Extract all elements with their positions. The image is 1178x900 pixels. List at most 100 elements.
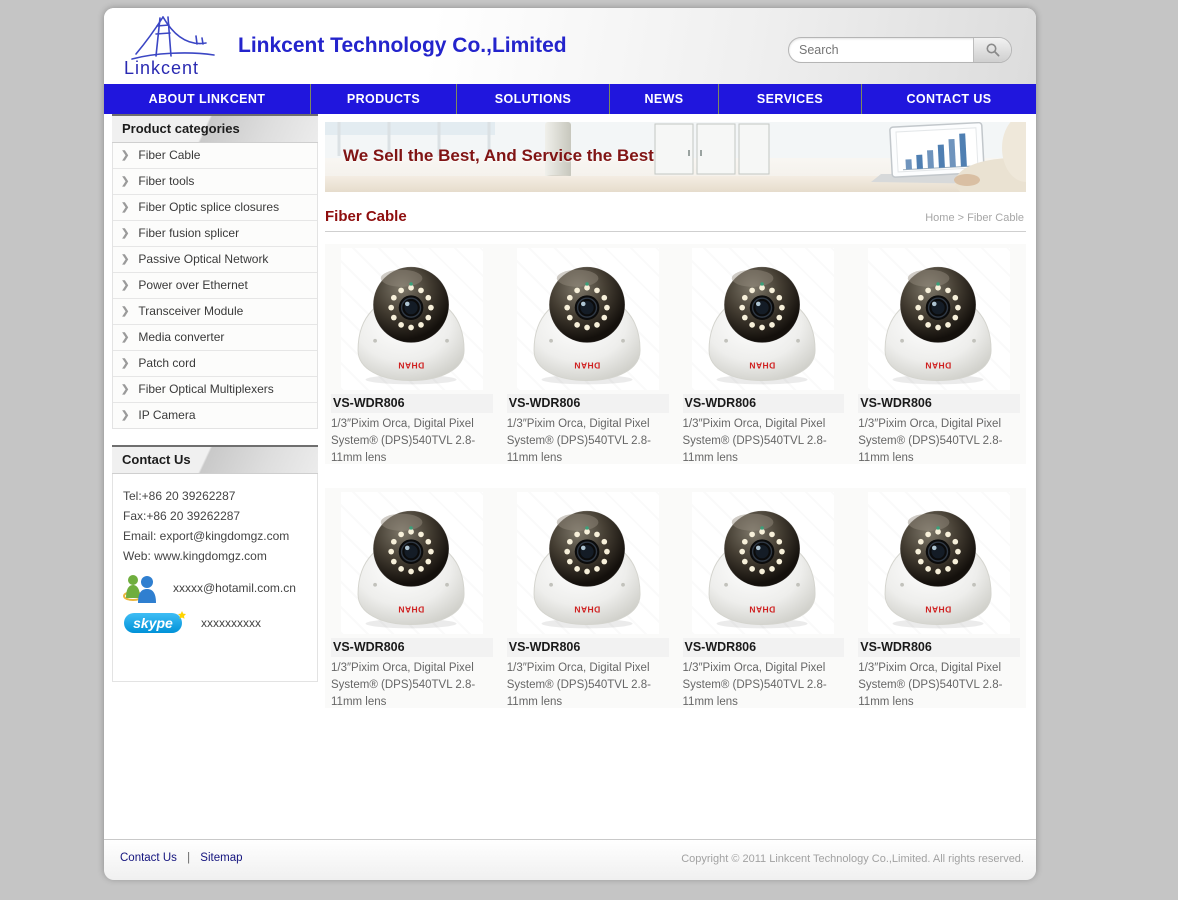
category-label: Passive Optical Network [138,247,268,272]
page-title: Fiber Cable [325,206,1026,228]
sidebar-item-optical-multiplexers[interactable]: ❯ Fiber Optical Multiplexers [113,377,317,403]
skype-icon: skype [123,610,187,636]
chevron-right-icon: ❯ [121,143,129,168]
nav-item-products[interactable]: PRODUCTS [310,84,456,114]
product-description: 1/3″Pixim Orca, Digital Pixel System® (D… [507,416,669,467]
product-image[interactable] [692,492,834,634]
category-label: Fiber tools [138,169,194,194]
product-card: VS-WDR806 1/3″Pixim Orca, Digital Pixel … [858,244,1020,467]
product-name[interactable]: VS-WDR806 [507,638,669,657]
chevron-right-icon: ❯ [121,351,129,376]
search-button[interactable] [973,38,1011,62]
sidebar-item-fiber-cable[interactable]: ❯ Fiber Cable [113,143,317,169]
category-label: Fiber fusion splicer [138,221,239,246]
product-card: VS-WDR806 1/3″Pixim Orca, Digital Pixel … [507,244,669,467]
product-row-1: VS-WDR806 1/3″Pixim Orca, Digital Pixel … [325,244,1026,464]
chevron-right-icon: ❯ [121,273,129,298]
breadcrumb-current: Fiber Cable [967,212,1024,224]
category-label: Transceiver Module [138,299,243,324]
sidebar-item-fiber-tools[interactable]: ❯ Fiber tools [113,169,317,195]
product-card: VS-WDR806 1/3″Pixim Orca, Digital Pixel … [507,488,669,711]
product-description: 1/3″Pixim Orca, Digital Pixel System® (D… [331,416,493,467]
sidebar-item-splice-closures[interactable]: ❯Fiber Optic splice closures [113,195,317,221]
product-name[interactable]: VS-WDR806 [683,394,845,413]
category-label: Fiber Optical Multiplexers [138,377,273,402]
chevron-right-icon: ❯ [121,299,129,324]
category-label: Patch cord [138,351,195,376]
nav-item-news[interactable]: NEWS [609,84,718,114]
category-label: Fiber Cable [138,143,200,168]
product-image[interactable] [517,248,659,390]
site-container: Linkcent Linkcent Technology Co.,Limited… [104,8,1036,879]
search-input[interactable] [789,38,973,62]
msn-messenger-icon [123,572,159,604]
chevron-right-icon: ❯ [121,169,129,194]
footer-link-contact[interactable]: Contact Us [120,852,177,864]
product-description: 1/3″Pixim Orca, Digital Pixel System® (D… [683,416,845,467]
contact-fax: Fax:+86 20 39262287 [123,506,317,526]
company-title: Linkcent Technology Co.,Limited [238,34,567,58]
site-footer: Contact Us | Sitemap Copyright © 2011 Li… [104,839,1036,880]
breadcrumb-home-link[interactable]: Home [925,212,954,224]
chevron-right-icon: ❯ [121,403,129,428]
category-label: Power over Ethernet [138,273,247,298]
product-name[interactable]: VS-WDR806 [507,394,669,413]
product-description: 1/3″Pixim Orca, Digital Pixel System® (D… [331,660,493,711]
product-card: VS-WDR806 1/3″Pixim Orca, Digital Pixel … [331,488,493,711]
promo-banner: We Sell the Best, And Service the Best [325,122,1026,192]
sidebar-item-ip-camera[interactable]: ❯ IP Camera [113,403,317,428]
skype-row: skype xxxxxxxxxx [123,610,317,636]
sidebar-item-patch-cord[interactable]: ❯ Patch cord [113,351,317,377]
nav-item-about[interactable]: ABOUT LINKCENT [104,84,310,114]
company-logo[interactable]: Linkcent [112,12,234,80]
product-name[interactable]: VS-WDR806 [331,394,493,413]
banner-headline: We Sell the Best, And Service the Best [343,146,654,166]
nav-item-solutions[interactable]: SOLUTIONS [456,84,609,114]
chevron-right-icon: ❯ [121,377,129,402]
product-image[interactable] [868,492,1010,634]
footer-link-sitemap[interactable]: Sitemap [200,852,242,864]
product-description: 1/3″Pixim Orca, Digital Pixel System® (D… [507,660,669,711]
search-icon [985,42,1001,58]
product-name[interactable]: VS-WDR806 [858,638,1020,657]
sidebar-item-media-converter[interactable]: ❯ Media converter [113,325,317,351]
product-card: VS-WDR806 1/3″Pixim Orca, Digital Pixel … [858,488,1020,711]
breadcrumb: Home > Fiber Cable [925,212,1024,224]
search-box [788,37,1012,63]
category-label: IP Camera [138,403,195,428]
product-image[interactable] [517,492,659,634]
nav-item-services[interactable]: SERVICES [718,84,861,114]
breadcrumb-separator: > [958,212,964,224]
footer-link-separator: | [187,852,190,864]
product-description: 1/3″Pixim Orca, Digital Pixel System® (D… [858,660,1020,711]
sidebar-item-fusion-splicer[interactable]: ❯Fiber fusion splicer [113,221,317,247]
sidebar-item-power-over-ethernet[interactable]: ❯ Power over Ethernet [113,273,317,299]
sidebar: Product categories ❯Fiber Cable ❯Fiber t… [112,114,318,682]
product-name[interactable]: VS-WDR806 [683,638,845,657]
category-label: Media converter [138,325,224,350]
product-description: 1/3″Pixim Orca, Digital Pixel System® (D… [858,416,1020,467]
product-name[interactable]: VS-WDR806 [858,394,1020,413]
product-image[interactable] [868,248,1010,390]
chevron-right-icon: ❯ [121,247,129,272]
product-image[interactable] [341,492,483,634]
product-card: VS-WDR806 1/3″Pixim Orca, Digital Pixel … [683,244,845,467]
copyright-text: Copyright © 2011 Linkcent Technology Co.… [681,853,1024,865]
sidebar-item-passive-optical-network[interactable]: ❯ Passive Optical Network [113,247,317,273]
contact-info-box: Tel:+86 20 39262287 Fax:+86 20 39262287 … [112,474,318,682]
nav-item-contact[interactable]: CONTACT US [861,84,1036,114]
product-description: 1/3″Pixim Orca, Digital Pixel System® (D… [683,660,845,711]
bridge-logo-icon [130,14,216,62]
category-list: ❯ Fiber Cable ❯ Fiber tools ❯Fiber Optic s… [112,143,318,429]
page-title-bar: Fiber Cable Home > Fiber Cable [325,206,1026,232]
product-row-2: VS-WDR806 1/3″Pixim Orca, Digital Pixel … [325,488,1026,708]
contact-tel: Tel:+86 20 39262287 [123,486,317,506]
sidebar-item-transceiver-module[interactable]: ❯ Transceiver Module [113,299,317,325]
product-card: VS-WDR806 1/3″Pixim Orca, Digital Pixel … [331,244,493,467]
main-navigation: ABOUT LINKCENT PRODUCTS SOLUTIONS NEWS S… [104,84,1036,114]
product-image[interactable] [341,248,483,390]
chevron-right-icon: ❯ [121,195,129,220]
product-name[interactable]: VS-WDR806 [331,638,493,657]
product-image[interactable] [692,248,834,390]
chevron-right-icon: ❯ [121,325,129,350]
